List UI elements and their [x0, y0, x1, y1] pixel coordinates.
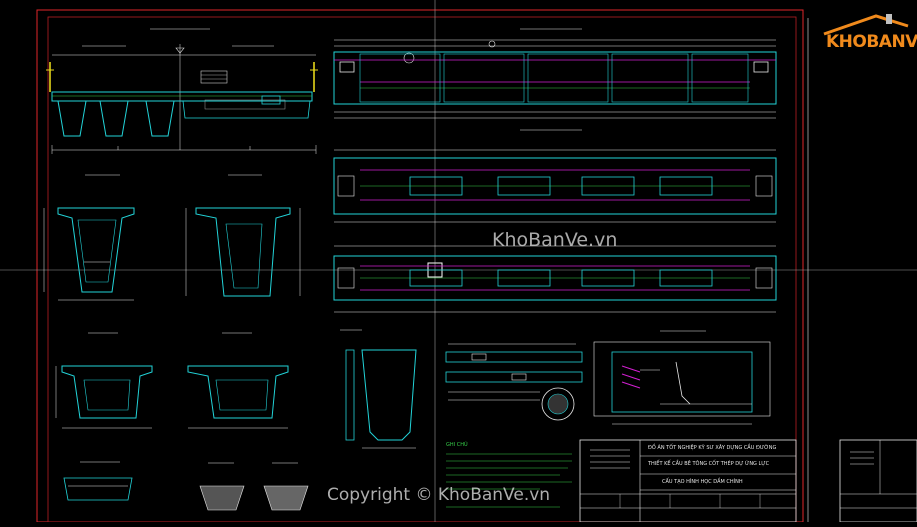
title-line-2: THIẾT KẾ CẦU BÊ TÔNG CỐT THÉP DỰ ỨNG LỰC: [648, 461, 770, 467]
copyright-watermark: Copyright © KhoBanVe.vn: [327, 485, 551, 505]
girder-plan-top: [333, 129, 777, 223]
section-1-1: [55, 332, 153, 429]
title-line-1: ĐỒ ÁN TỐT NGHIỆP KỸ SƯ XÂY DỰNG CẦU ĐƯỜN…: [648, 445, 777, 451]
section-4-4: [187, 332, 289, 429]
girder-plan-bottom: [333, 245, 777, 313]
logo-text: KHOBANVE: [826, 32, 917, 52]
section-2-2: [43, 174, 135, 301]
bearing-detail: [63, 461, 133, 501]
cad-canvas[interactable]: GHI CHÚ: [0, 0, 917, 523]
khobanve-logo: KHOBANVE: [818, 12, 917, 56]
bridge-cross-section: [46, 28, 318, 154]
detail-a: [199, 462, 245, 511]
anchorage-detail: [593, 330, 771, 425]
notes-heading: GHI CHÚ: [446, 441, 468, 448]
center-watermark: KhoBanVe.vn: [492, 229, 618, 251]
cad-drawing-sheet: GHI CHÚ ĐỒ ÁN TỐT NGHIỆP KỸ SƯ XÂY DỰNG …: [0, 0, 917, 523]
girder-elevation-view: [333, 28, 777, 119]
title-line-3: CẤU TẠO HÌNH HỌC DẦM CHÍNH: [662, 479, 743, 485]
drain-pipe-detail: [445, 343, 583, 421]
section-3-3: [185, 174, 301, 297]
detail-b: [263, 462, 309, 511]
end-view: [340, 329, 417, 449]
